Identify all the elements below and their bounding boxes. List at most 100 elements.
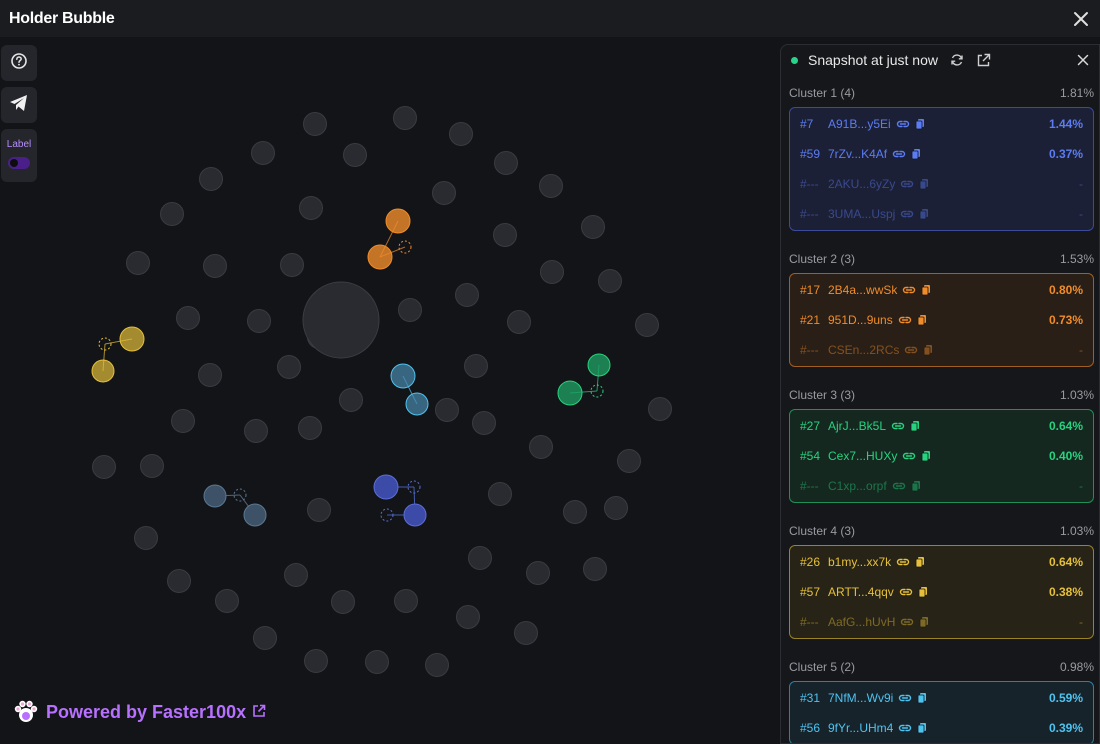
holder-bubble[interactable] [432, 181, 456, 205]
holder-bubble[interactable] [167, 569, 191, 593]
cluster-bubble[interactable] [91, 359, 115, 383]
holder-bubble[interactable] [299, 196, 323, 220]
holder-bubble[interactable] [331, 590, 355, 614]
holder-bubble[interactable] [126, 251, 150, 275]
holder-bubble[interactable] [339, 388, 363, 412]
link-icon[interactable] [898, 723, 912, 733]
copy-icon[interactable] [921, 284, 931, 296]
cluster-header[interactable]: Cluster 1 (4) 1.81% [789, 75, 1094, 107]
link-icon[interactable] [892, 149, 906, 159]
cluster-bubble[interactable] [390, 363, 416, 389]
holder-bubble[interactable] [244, 419, 268, 443]
holder-row[interactable]: #26 b1my...xx7k 0.64% [790, 547, 1093, 577]
holder-row[interactable]: #59 7rZv...K4Af 0.37% [790, 139, 1093, 169]
holder-bubble[interactable] [398, 298, 422, 322]
holder-bubble[interactable] [277, 355, 301, 379]
holder-bubble[interactable] [280, 253, 304, 277]
holder-address[interactable]: 7rZv...K4Af [828, 147, 887, 161]
copy-icon[interactable] [923, 344, 933, 356]
holder-bubble[interactable] [604, 496, 628, 520]
holder-bubble[interactable] [251, 141, 275, 165]
link-icon[interactable] [900, 209, 914, 219]
copy-icon[interactable] [919, 616, 929, 628]
holder-row[interactable]: #54 Cex7...HUXy 0.40% [790, 441, 1093, 471]
holder-bubble[interactable] [494, 151, 518, 175]
holder-bubble[interactable] [247, 309, 271, 333]
link-icon[interactable] [899, 587, 913, 597]
open-external-icon[interactable] [976, 53, 991, 68]
holder-bubble[interactable] [160, 202, 184, 226]
holder-address[interactable]: 951D...9uns [828, 313, 893, 327]
link-icon[interactable] [902, 285, 916, 295]
holder-address[interactable]: 3UMA...Uspj [828, 207, 895, 221]
holder-address[interactable]: CSEn...2RCs [828, 343, 899, 357]
cluster-bubble[interactable] [557, 380, 583, 406]
link-icon[interactable] [891, 421, 905, 431]
holder-bubble[interactable] [529, 435, 553, 459]
cluster-bubble[interactable] [587, 353, 611, 377]
holder-row[interactable]: #56 9fYr...UHm4 0.39% [790, 713, 1093, 743]
cluster-bubble[interactable] [385, 208, 411, 234]
holder-bubble[interactable] [307, 498, 331, 522]
holder-bubble[interactable] [455, 283, 479, 307]
cluster-bubble[interactable] [405, 392, 429, 416]
holder-bubble[interactable] [488, 482, 512, 506]
holder-bubble[interactable] [304, 649, 328, 673]
link-icon[interactable] [898, 693, 912, 703]
refresh-icon[interactable] [950, 53, 964, 67]
copy-icon[interactable] [917, 722, 927, 734]
cluster-bubble[interactable] [119, 326, 145, 352]
holder-bubble[interactable] [215, 589, 239, 613]
holder-bubble[interactable] [140, 454, 164, 478]
link-icon[interactable] [904, 345, 918, 355]
holder-bubble[interactable] [253, 626, 277, 650]
holder-bubble[interactable] [365, 650, 389, 674]
holder-address[interactable]: b1my...xx7k [828, 555, 891, 569]
copy-icon[interactable] [911, 480, 921, 492]
link-icon[interactable] [892, 481, 906, 491]
holder-bubble[interactable] [134, 526, 158, 550]
holder-bubble[interactable] [581, 215, 605, 239]
copy-icon[interactable] [918, 586, 928, 598]
holder-row[interactable]: #--- 2AKU...6yZy - [790, 169, 1093, 199]
cluster-header[interactable]: Cluster 5 (2) 0.98% [789, 649, 1094, 681]
holder-bubble[interactable] [171, 409, 195, 433]
cluster-bubble[interactable] [373, 474, 399, 500]
close-window-icon[interactable] [1070, 8, 1092, 30]
holder-row[interactable]: #--- C1xp...orpf - [790, 471, 1093, 501]
holder-bubble[interactable] [464, 354, 488, 378]
holder-address[interactable]: ARTT...4qqv [828, 585, 894, 599]
cluster-bubble[interactable] [403, 503, 427, 527]
copy-icon[interactable] [919, 208, 929, 220]
holder-row[interactable]: #27 AjrJ...Bk5L 0.64% [790, 411, 1093, 441]
holder-bubble[interactable] [526, 561, 550, 585]
copy-icon[interactable] [917, 314, 927, 326]
link-icon[interactable] [900, 617, 914, 627]
large-holder-bubble[interactable] [302, 281, 380, 359]
holder-bubble[interactable] [298, 416, 322, 440]
holder-bubble[interactable] [449, 122, 473, 146]
holder-address[interactable]: 9fYr...UHm4 [828, 721, 893, 735]
holder-bubble[interactable] [598, 269, 622, 293]
link-icon[interactable] [898, 315, 912, 325]
holder-bubble[interactable] [472, 411, 496, 435]
cluster-bubble[interactable] [243, 503, 267, 527]
copy-icon[interactable] [921, 450, 931, 462]
holder-row[interactable]: #--- CSEn...2RCs - [790, 335, 1093, 365]
holder-bubble[interactable] [92, 455, 116, 479]
holder-bubble[interactable] [563, 500, 587, 524]
holder-bubble[interactable] [648, 397, 672, 421]
holder-bubble[interactable] [493, 223, 517, 247]
holder-bubble[interactable] [203, 254, 227, 278]
link-icon[interactable] [896, 557, 910, 567]
copy-icon[interactable] [910, 420, 920, 432]
holder-address[interactable]: 2AKU...6yZy [828, 177, 895, 191]
holder-bubble[interactable] [343, 143, 367, 167]
holder-bubble[interactable] [617, 449, 641, 473]
holder-bubble[interactable] [425, 653, 449, 677]
holder-bubble[interactable] [539, 174, 563, 198]
powered-by[interactable]: Powered by Faster100x [12, 698, 266, 726]
bubble-map[interactable] [0, 37, 780, 744]
link-icon[interactable] [896, 119, 910, 129]
copy-icon[interactable] [915, 556, 925, 568]
